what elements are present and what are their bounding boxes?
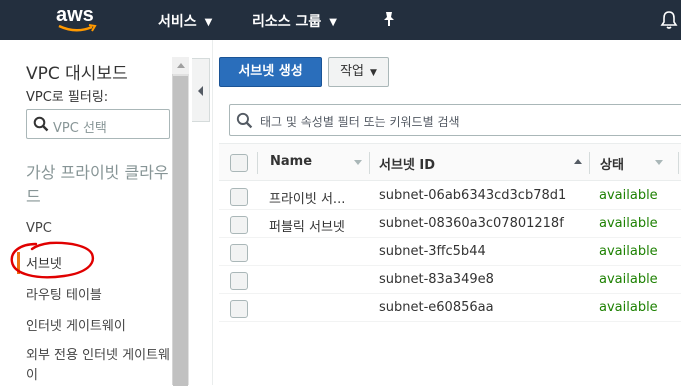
- aws-logo[interactable]: aws: [56, 4, 110, 36]
- sidebar-item-route-tables[interactable]: 라우팅 테이블: [26, 284, 102, 303]
- content-divider: [212, 40, 213, 385]
- filter-search-input[interactable]: 태그 및 속성별 필터 또는 키워드별 검색: [229, 104, 681, 136]
- scroll-up-arrow-icon[interactable]: [172, 57, 189, 74]
- subnet-id: subnet-08360a3c07801218f: [379, 216, 564, 231]
- table-row[interactable]: subnet-e60856aa available: [219, 294, 681, 322]
- table-row[interactable]: 퍼블릭 서브넷 subnet-08360a3c07801218f availab…: [219, 210, 681, 238]
- subnet-status: available: [599, 300, 658, 315]
- subnet-status: available: [599, 216, 658, 231]
- sidebar-item-vpc[interactable]: VPC: [26, 221, 52, 236]
- annotation-circle: [10, 241, 95, 279]
- sidebar-item-internet-gateways[interactable]: 인터넷 게이트웨이: [26, 315, 126, 334]
- table-row[interactable]: subnet-3ffc5b44 available: [219, 238, 681, 266]
- subnet-name: 프라이빗 서...: [269, 192, 346, 207]
- subnet-id: subnet-83a349e8: [379, 272, 494, 287]
- subnet-status: available: [599, 188, 658, 203]
- row-checkbox[interactable]: [230, 272, 248, 290]
- column-separator: [257, 152, 258, 174]
- chevron-down-icon: ▼: [370, 68, 377, 78]
- vpc-filter-select[interactable]: VPC 선택: [26, 109, 170, 139]
- subnet-id: subnet-e60856aa: [379, 300, 494, 315]
- actions-button[interactable]: 작업 ▼: [328, 57, 389, 87]
- column-separator[interactable]: [369, 152, 370, 174]
- search-icon: [236, 112, 253, 129]
- sidebar-section-title: 가상 프라이빗 클라우드: [26, 163, 169, 206]
- table-row[interactable]: subnet-83a349e8 available: [219, 266, 681, 294]
- resource-groups-menu-label: 리소스 그룹: [252, 14, 322, 30]
- sidebar-title[interactable]: VPC 대시보드: [26, 59, 128, 84]
- column-header-status[interactable]: 상태: [600, 154, 624, 173]
- collapse-sidebar-button[interactable]: [192, 58, 210, 122]
- column-separator[interactable]: [678, 152, 679, 174]
- column-separator[interactable]: [589, 152, 590, 174]
- sort-down-icon[interactable]: [655, 160, 663, 165]
- table-header: Name 서브넷 ID 상태: [219, 143, 681, 181]
- row-checkbox[interactable]: [230, 216, 248, 234]
- subnet-status: available: [599, 272, 658, 287]
- create-subnet-button[interactable]: 서브넷 생성: [219, 57, 322, 87]
- sort-up-icon[interactable]: [574, 159, 582, 164]
- select-all-checkbox[interactable]: [230, 154, 248, 172]
- column-header-name[interactable]: Name: [270, 154, 312, 169]
- chevron-down-icon: ▼: [329, 17, 337, 28]
- vpc-filter-label: VPC로 필터링:: [26, 90, 109, 105]
- subnet-status: available: [599, 244, 658, 259]
- chevron-down-icon: ▼: [204, 17, 213, 28]
- subnet-id: subnet-3ffc5b44: [379, 244, 486, 259]
- row-checkbox[interactable]: [230, 300, 248, 318]
- sort-down-icon[interactable]: [354, 160, 362, 165]
- bell-icon[interactable]: [660, 10, 678, 34]
- search-icon: [33, 116, 49, 132]
- top-navigation-bar: aws 서비스 ▼ 리소스 그룹 ▼: [0, 0, 681, 40]
- services-menu[interactable]: 서비스 ▼: [158, 11, 212, 31]
- actions-button-label: 작업: [340, 64, 364, 79]
- row-checkbox[interactable]: [230, 244, 248, 262]
- aws-smile-icon: [58, 24, 97, 32]
- vpc-filter-placeholder: VPC 선택: [53, 121, 107, 136]
- sidebar-scrollbar-thumb[interactable]: [173, 76, 188, 386]
- resource-groups-menu[interactable]: 리소스 그룹 ▼: [252, 11, 337, 31]
- column-header-subnet-id[interactable]: 서브넷 ID: [379, 154, 435, 173]
- subnet-id: subnet-06ab6343cd3cb78d1: [379, 188, 567, 203]
- subnet-name: 퍼블릭 서브넷: [269, 220, 345, 235]
- table-row[interactable]: 프라이빗 서... subnet-06ab6343cd3cb78d1 avail…: [219, 182, 681, 210]
- services-menu-label: 서비스: [158, 14, 197, 30]
- sidebar-item-egress-only-gateways[interactable]: 외부 전용 인터넷 게이트웨이: [26, 346, 172, 386]
- pin-icon[interactable]: [382, 11, 396, 31]
- filter-search-placeholder: 태그 및 속성별 필터 또는 키워드별 검색: [260, 115, 460, 129]
- row-checkbox[interactable]: [230, 188, 248, 206]
